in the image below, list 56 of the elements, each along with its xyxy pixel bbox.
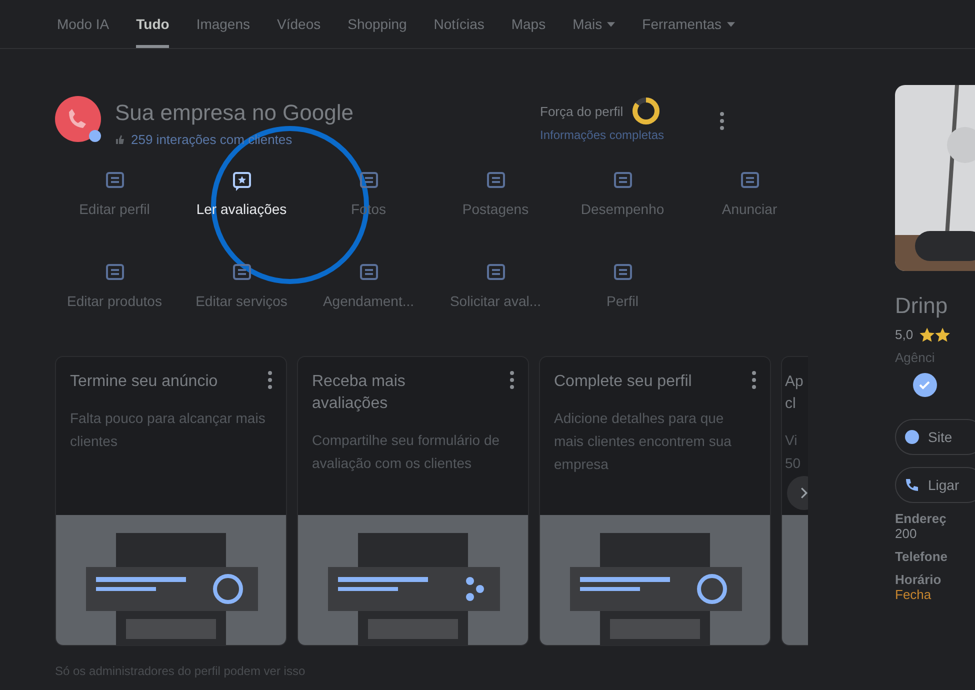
detail-label: Endereç [895,511,948,526]
action-button[interactable]: Solicitar aval... [432,258,559,350]
detail-value: 200 [895,526,918,541]
action-button[interactable]: Editar produtos [51,258,178,350]
rating-value: 5,0 [895,327,914,342]
place-action-button[interactable]: Ligar [895,467,975,503]
place-action-button[interactable]: Site [895,419,975,455]
verified-icon [913,373,937,397]
card-description: Falta pouco para alcançar mais clientes [69,409,266,451]
action-button[interactable]: Postagens [432,166,559,258]
detail-value: Fecha [895,587,932,602]
caret-icon [607,22,616,26]
caret-icon [726,22,735,26]
search-tab[interactable]: Maps [511,0,546,48]
action-button[interactable]: Desempenho [559,166,686,258]
card-description: Vi 50 [784,431,802,473]
suggestion-card[interactable]: Complete seu perfil Adicione detalhes para que mais clientes encontrem sua empresa [539,356,771,646]
card-title: Ap cl [785,372,803,414]
place-category: Agênci [895,350,936,365]
more-icon[interactable] [720,112,724,130]
avatar-icon [55,96,101,142]
action-button[interactable]: Editar serviços [178,258,305,350]
detail-label: Telefone [895,549,948,564]
search-tab[interactable]: Imagens [196,0,250,48]
more-icon[interactable] [268,371,272,389]
card-title: Termine seu anúncio [70,372,219,392]
search-tab[interactable]: Ferramentas [642,0,735,48]
card-description: Compartilhe seu formulário de avaliação com os clientes [311,431,501,473]
card-title: Receba mais avaliações [312,372,406,414]
phone-icon [904,477,920,493]
stars-icon [919,327,950,342]
globe-icon [904,429,920,445]
search-tab[interactable]: Notícias [434,0,484,48]
detail-label: Horário [895,572,942,587]
card-title: Complete seu perfil [554,372,693,392]
action-button[interactable]: Editar perfil [51,166,178,258]
search-tab[interactable]: Modo IA [57,0,110,48]
strength-status-link[interactable]: Informações completas [540,128,664,142]
search-tab[interactable]: Mais [572,0,616,48]
suggestion-card[interactable]: Ap cl Vi 50 [781,356,808,646]
action-button[interactable]: Perfil [559,258,686,350]
search-tab[interactable]: Shopping [348,0,407,48]
more-icon[interactable] [510,371,514,389]
search-tab[interactable]: Tudo [136,0,170,48]
card-description: Adicione detalhes para que mais clientes encontrem sua empresa [553,409,732,474]
thumb-icon [115,134,125,144]
action-button[interactable]: Agendament... [305,258,432,350]
action-button[interactable]: Anunciar [686,166,813,258]
place-name: Drinp [895,293,949,319]
search-tab[interactable]: Vídeos [277,0,321,48]
suggestion-card[interactable]: Receba mais avaliações Compartilhe seu formulário de avaliação com os clientes [297,356,529,646]
business-title: Sua empresa no Google [115,100,354,126]
more-icon[interactable] [752,371,756,389]
strength-label: Força do perfil [540,104,624,118]
suggestion-card[interactable]: Termine seu anúncio Falta pouco para alcançar mais clientes [55,356,287,646]
strength-ring [631,96,662,126]
